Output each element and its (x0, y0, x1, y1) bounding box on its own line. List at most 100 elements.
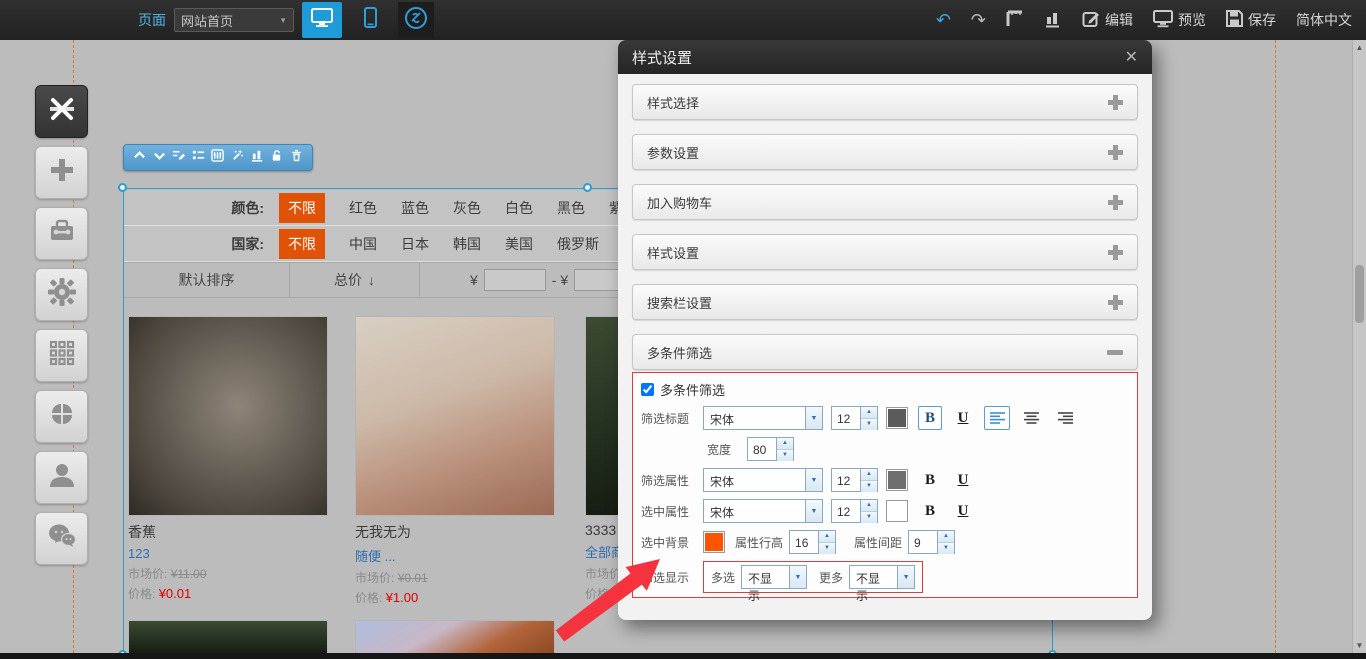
spin-up-icon[interactable]: ▲ (861, 469, 877, 481)
filter-option[interactable]: 韩国 (453, 234, 481, 254)
accordion-add-to-cart[interactable]: 加入购物车 (632, 184, 1138, 220)
price-min-input[interactable] (484, 269, 546, 291)
spin-down-icon[interactable]: ▼ (861, 481, 877, 492)
spin-down-icon[interactable]: ▼ (938, 543, 954, 554)
sidebar-item-member[interactable] (35, 451, 88, 504)
sidebar-item-widgets[interactable] (35, 390, 88, 443)
sliders-icon[interactable] (211, 149, 224, 167)
sidebar-item-settings[interactable] (35, 268, 88, 321)
chevron-down-icon[interactable]: ▼ (897, 566, 914, 588)
link-button[interactable] (398, 2, 434, 38)
filter-option-selected[interactable]: 不限 (279, 229, 325, 259)
language-selector[interactable]: 简体中文 (1296, 10, 1352, 30)
sort-default-tab[interactable]: 默认排序 (124, 263, 290, 297)
filter-option-selected[interactable]: 不限 (279, 193, 325, 223)
filter-option[interactable]: 俄罗斯 (557, 234, 599, 254)
accordion-style-settings[interactable]: 样式设置 (632, 234, 1138, 270)
canvas-scrollbar[interactable]: ▲ ▼ (1352, 40, 1366, 653)
chevron-down-icon[interactable]: ▼ (805, 500, 822, 522)
product-card[interactable] (128, 620, 336, 653)
move-down-icon[interactable] (153, 149, 166, 167)
filter-title-color-swatch[interactable] (886, 407, 908, 429)
scroll-up-icon[interactable]: ▲ (1353, 43, 1366, 52)
align-right-button[interactable] (1052, 406, 1078, 430)
mobile-view-button[interactable] (350, 2, 390, 38)
selected-attr-size-stepper[interactable]: 12 ▲▼ (831, 499, 878, 523)
filter-attr-color-swatch[interactable] (886, 469, 908, 491)
filter-title-size-stepper[interactable]: 12 ▲▼ (831, 406, 878, 430)
expand-plus-icon[interactable] (1108, 245, 1123, 260)
selected-attr-color-swatch[interactable] (886, 500, 908, 522)
preview-button[interactable]: 预览 (1153, 10, 1206, 31)
undo-button[interactable]: ↶ (936, 10, 951, 31)
filter-title-font-select[interactable]: 宋体 ▼ (703, 406, 823, 430)
accordion-multi-filter[interactable]: 多条件筛选 (632, 334, 1138, 370)
sidebar-item-add-module[interactable] (35, 146, 88, 199)
spin-up-icon[interactable]: ▲ (861, 500, 877, 512)
chevron-down-icon[interactable]: ▼ (789, 566, 806, 588)
more-dropdown[interactable]: 不显示 ▼ (849, 565, 915, 589)
spacing-stepper[interactable]: 9 ▲▼ (908, 530, 955, 554)
width-stepper[interactable]: 80 ▲▼ (747, 437, 794, 461)
desktop-view-button[interactable] (302, 2, 342, 38)
accordion-style-select[interactable]: 样式选择 (632, 84, 1138, 120)
product-link[interactable]: 随便 ... (355, 546, 563, 565)
scroll-down-icon[interactable]: ▼ (1353, 641, 1366, 650)
edit-content-icon[interactable] (172, 149, 185, 167)
selection-handle-top-center[interactable] (583, 183, 592, 192)
filter-attr-size-stepper[interactable]: 12 ▲▼ (831, 468, 878, 492)
spin-up-icon[interactable]: ▲ (938, 531, 954, 543)
align-left-button[interactable] (984, 406, 1010, 430)
filter-option[interactable]: 日本 (401, 234, 429, 254)
bold-button[interactable]: B (918, 406, 942, 430)
expand-plus-icon[interactable] (1108, 145, 1123, 160)
list-settings-icon[interactable] (192, 149, 205, 167)
filter-option[interactable]: 红色 (349, 198, 377, 218)
underline-button[interactable]: U (951, 406, 975, 430)
ruler-button[interactable] (1006, 10, 1024, 31)
filter-option[interactable]: 白色 (505, 198, 533, 218)
expand-plus-icon[interactable] (1108, 295, 1123, 310)
sort-total-price-tab[interactable]: 总价↓ (290, 263, 420, 297)
selection-handle-top-left[interactable] (118, 183, 127, 192)
filter-option[interactable]: 黑色 (557, 198, 585, 218)
spin-down-icon[interactable]: ▼ (861, 419, 877, 430)
filter-option[interactable]: 蓝色 (401, 198, 429, 218)
spin-up-icon[interactable]: ▲ (777, 438, 793, 450)
multi-select-dropdown[interactable]: 不显示 ▼ (741, 565, 807, 589)
page-select[interactable]: 网站首页 ▼ (174, 8, 294, 32)
align-center-button[interactable] (1018, 406, 1044, 430)
edit-button[interactable]: 编辑 (1082, 10, 1133, 31)
filter-attr-font-select[interactable]: 宋体 ▼ (703, 468, 823, 492)
bold-button[interactable]: B (918, 468, 942, 492)
spin-down-icon[interactable]: ▼ (777, 450, 793, 461)
spin-up-icon[interactable]: ▲ (819, 531, 835, 543)
chevron-down-icon[interactable]: ▼ (805, 469, 822, 491)
sidebar-item-modules-grid[interactable] (35, 329, 88, 382)
product-card[interactable] (355, 620, 563, 653)
panel-header[interactable]: 样式设置 ✕ (618, 40, 1152, 74)
sidebar-item-toolbox[interactable] (35, 207, 88, 260)
line-height-stepper[interactable]: 16 ▲▼ (789, 530, 836, 554)
lock-icon[interactable] (270, 149, 283, 167)
underline-button[interactable]: U (951, 468, 975, 492)
chevron-down-icon[interactable]: ▼ (805, 407, 822, 429)
expand-plus-icon[interactable] (1108, 95, 1123, 110)
filter-option[interactable]: 中国 (349, 234, 377, 254)
spin-up-icon[interactable]: ▲ (861, 407, 877, 419)
filter-option[interactable]: 美国 (505, 234, 533, 254)
underline-button[interactable]: U (951, 499, 975, 523)
selected-bg-color-swatch[interactable] (703, 531, 725, 553)
spin-down-icon[interactable]: ▼ (819, 543, 835, 554)
filter-option[interactable]: 灰色 (453, 198, 481, 218)
save-button[interactable]: 保存 (1226, 10, 1276, 30)
delete-icon[interactable] (290, 149, 303, 167)
selected-attr-font-select[interactable]: 宋体 ▼ (703, 499, 823, 523)
magic-wand-icon[interactable] (231, 149, 244, 167)
close-icon[interactable]: ✕ (1125, 47, 1138, 67)
redo-button[interactable]: ↷ (971, 10, 986, 31)
expand-plus-icon[interactable] (1108, 195, 1123, 210)
sidebar-item-wechat[interactable] (35, 512, 88, 565)
product-card[interactable]: 无我无为 随便 ... 市场价: ¥0.01 价格: ¥1.00 (355, 316, 563, 606)
product-link[interactable]: 123 (128, 546, 336, 561)
